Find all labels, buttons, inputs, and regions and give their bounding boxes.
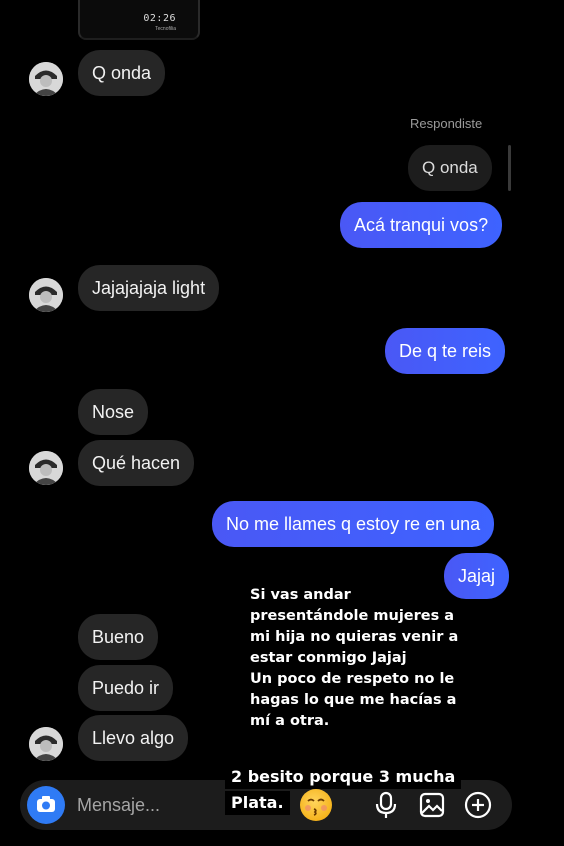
contact-avatar[interactable] <box>29 727 63 761</box>
media-timestamp: 02:26 <box>143 13 176 24</box>
shared-media-preview[interactable]: 02:26 Tecnofilia <box>78 0 200 40</box>
reply-label: Respondiste <box>410 116 483 131</box>
overlay-caption: Plata. <box>225 791 290 815</box>
microphone-button[interactable] <box>372 790 400 825</box>
avatar-icon <box>29 278 63 312</box>
media-subtitle: Tecnofilia <box>155 26 176 32</box>
overlay-caption: 2 besito porque 3 mucha <box>225 765 525 789</box>
avatar-icon <box>29 451 63 485</box>
add-button[interactable] <box>463 790 493 825</box>
incoming-message[interactable]: Qué hacen <box>78 440 195 486</box>
incoming-message[interactable]: Q onda <box>78 50 166 96</box>
microphone-icon <box>375 791 397 818</box>
reply-indicator-bar <box>508 145 511 191</box>
gallery-icon <box>419 792 445 818</box>
incoming-message[interactable]: Puedo ir <box>78 665 174 711</box>
overlay-paragraph: Si vas andar presentándole mujeres a mi … <box>250 587 459 729</box>
camera-icon <box>37 796 55 812</box>
replied-quote[interactable]: Q onda <box>408 145 492 191</box>
incoming-message[interactable]: Bueno <box>78 614 159 660</box>
avatar-icon <box>29 62 63 96</box>
incoming-message[interactable]: Llevo algo <box>78 715 189 761</box>
contact-avatar[interactable] <box>29 278 63 312</box>
incoming-message[interactable]: Jajajajaja light <box>78 265 220 311</box>
contact-avatar[interactable] <box>29 451 63 485</box>
outgoing-message[interactable]: No me llames q estoy re en una <box>212 501 495 547</box>
outgoing-message[interactable]: Acá tranqui vos? <box>340 202 503 248</box>
camera-button[interactable] <box>27 786 65 824</box>
caption-line: 2 besito porque 3 mucha <box>225 765 462 789</box>
incoming-message[interactable]: Nose <box>78 389 149 435</box>
caption-line: Plata. <box>225 791 290 815</box>
plus-circle-icon <box>464 791 492 819</box>
gallery-button[interactable] <box>418 791 446 824</box>
outgoing-message[interactable]: De q te reis <box>385 328 506 374</box>
kissing-face-emoji-icon <box>300 789 332 821</box>
message-input[interactable]: Mensaje... <box>77 795 160 816</box>
contact-avatar[interactable] <box>29 62 63 96</box>
avatar-icon <box>29 727 63 761</box>
